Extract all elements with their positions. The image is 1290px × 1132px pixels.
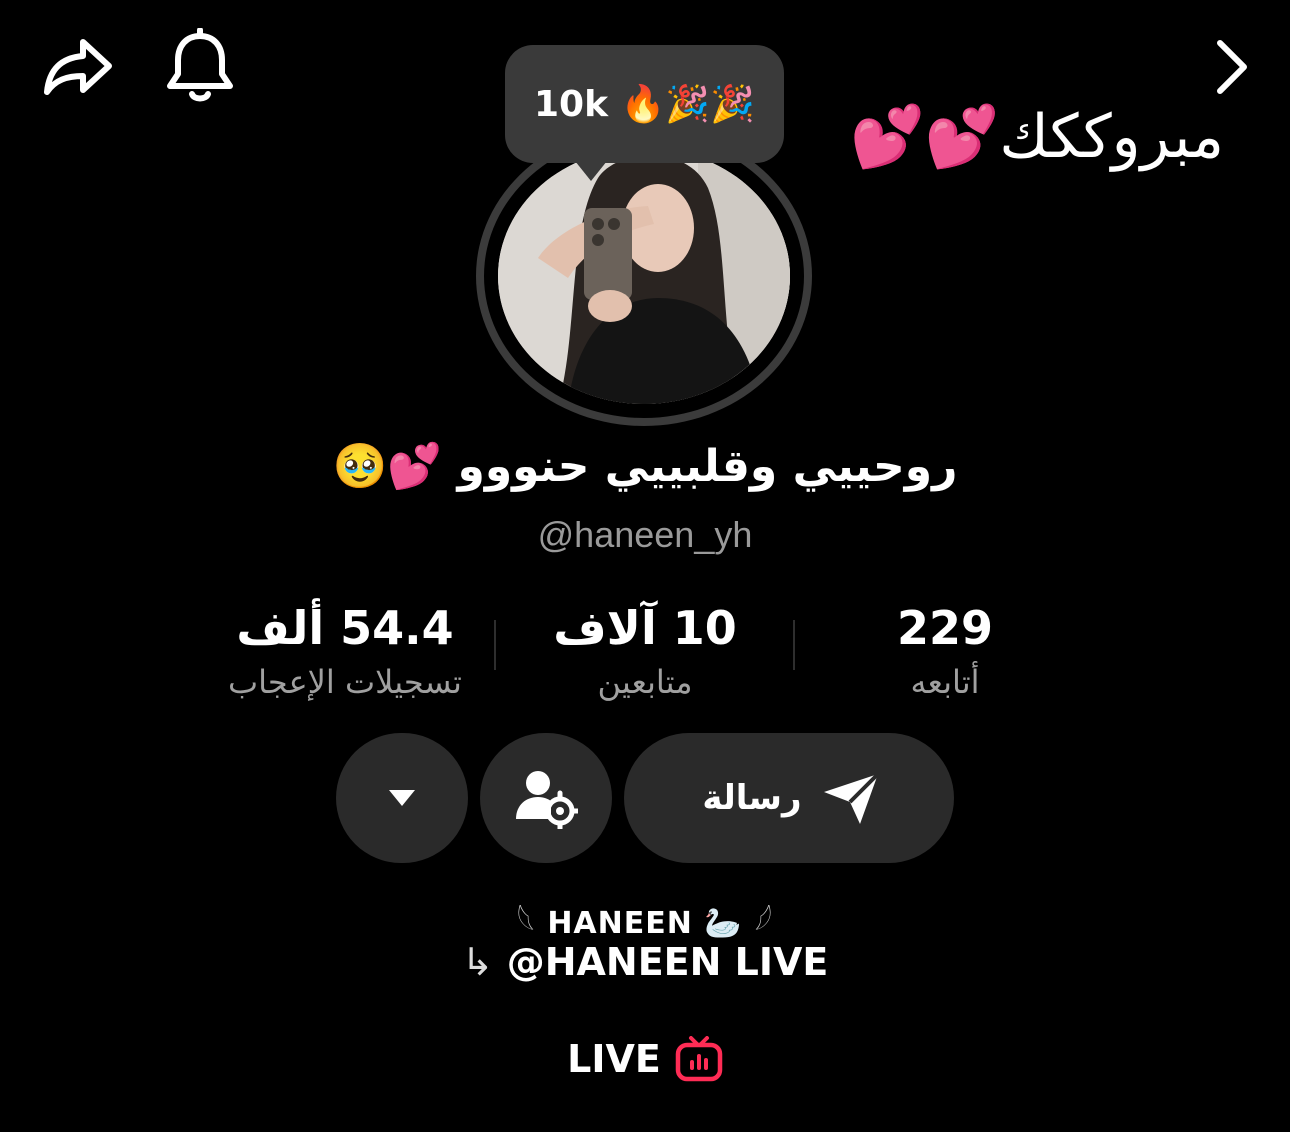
bubble-tail	[575, 161, 607, 181]
stat-followers[interactable]: 10 آلاف متابعين	[540, 600, 750, 704]
stat-divider	[793, 620, 795, 670]
celebration-text: مبروككك💕💕	[849, 102, 1224, 172]
message-label: رسالة	[702, 778, 802, 818]
live-link[interactable]: LIVE	[0, 1036, 1290, 1082]
likes-label: تسجيلات الإعجاب	[228, 663, 462, 701]
stat-likes[interactable]: 54.4 ألف تسجيلات الإعجاب	[190, 600, 500, 704]
display-name: روحييي وقلبييي حنووو 💕🥹	[332, 441, 958, 492]
message-button[interactable]: رسالة	[624, 733, 954, 863]
milestone-text: 10k 🔥🎉🎉	[533, 84, 756, 125]
following-count: 229	[896, 601, 994, 655]
share-arrow-icon	[44, 39, 112, 95]
next-button[interactable]	[1200, 34, 1260, 100]
avatar-photo	[498, 148, 790, 404]
bio-link: @HANEEN LIVE	[506, 940, 829, 984]
send-icon	[823, 772, 879, 824]
avatar[interactable]	[498, 148, 790, 404]
bio-line-1: 𓆩 HANEEN 🦢 𓆪	[0, 892, 1290, 944]
username: @haneen_yh	[537, 514, 753, 555]
bio-name: HANEEN 🦢	[547, 906, 743, 941]
wing-left: 𓆩	[516, 903, 536, 941]
stat-following[interactable]: 229 أتابعه	[860, 600, 1030, 704]
bio-arrow: ↳	[461, 940, 494, 984]
bell-icon	[167, 28, 233, 102]
friends-settings-button[interactable]	[480, 733, 612, 863]
notifications-button[interactable]	[160, 26, 240, 106]
wing-right: 𓆪	[754, 903, 774, 941]
more-button[interactable]	[336, 733, 468, 863]
live-tv-icon	[675, 1036, 723, 1082]
user-settings-icon	[516, 771, 578, 829]
following-label: أتابعه	[910, 663, 980, 701]
chevron-right-icon	[1217, 40, 1247, 94]
bio-line-2[interactable]: ↳ @HANEEN LIVE	[0, 940, 1290, 984]
followers-count: 10 آلاف	[553, 601, 737, 655]
likes-count: 54.4 ألف	[236, 601, 454, 655]
share-button[interactable]	[38, 30, 118, 102]
followers-label: متابعين	[597, 663, 693, 701]
milestone-bubble[interactable]: 10k 🔥🎉🎉	[505, 45, 784, 181]
live-label: LIVE	[567, 1037, 661, 1081]
caret-down-icon	[389, 790, 415, 806]
